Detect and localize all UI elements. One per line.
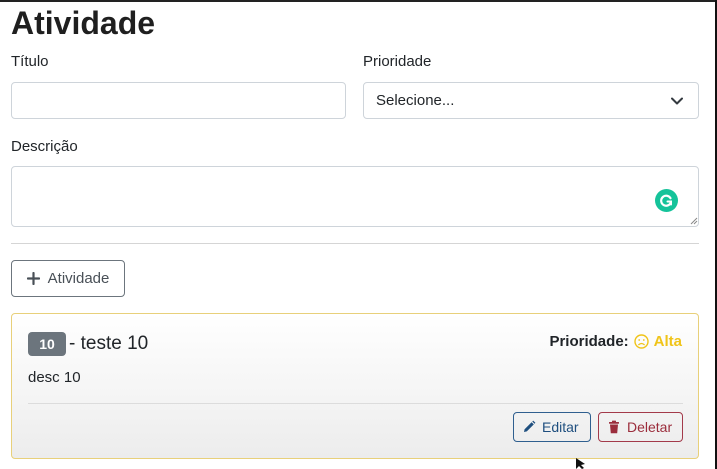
delete-button[interactable]: Deletar: [598, 412, 683, 442]
page-title: Atividade: [11, 5, 156, 41]
form-divider: [11, 243, 699, 244]
resize-handle-icon[interactable]: [690, 217, 698, 225]
card-divider: [28, 403, 683, 404]
edit-label: Editar: [542, 419, 579, 435]
prioridade-label: Prioridade: [363, 53, 432, 70]
descricao-label: Descrição: [11, 138, 78, 155]
prioridade-selected-value: Selecione...: [376, 92, 455, 109]
titulo-input[interactable]: [11, 82, 346, 119]
delete-label: Deletar: [627, 419, 673, 435]
priority-label: Prioridade:: [549, 333, 629, 350]
activity-description: desc 10: [28, 369, 81, 386]
mouse-cursor-icon: [576, 458, 585, 469]
titulo-label: Título: [11, 53, 49, 70]
frown-icon: [633, 334, 649, 349]
descricao-textarea[interactable]: [11, 166, 699, 227]
add-activity-button[interactable]: Atividade: [11, 260, 125, 297]
priority-value: Alta: [653, 333, 682, 350]
plus-icon: [26, 272, 40, 285]
window-top-edge: [0, 0, 717, 2]
activity-title: - teste 10: [69, 333, 149, 354]
trash-icon: [607, 420, 621, 434]
grammarly-icon[interactable]: [655, 189, 678, 212]
activity-card: 10 - teste 10 Prioridade: Alta desc 10 E…: [11, 313, 699, 459]
pencil-icon: [522, 420, 536, 434]
activity-id-badge: 10: [28, 332, 66, 356]
edit-button[interactable]: Editar: [513, 412, 591, 442]
add-activity-label: Atividade: [47, 270, 110, 287]
prioridade-select[interactable]: Selecione...: [363, 82, 699, 119]
activity-priority: Prioridade: Alta: [549, 333, 682, 350]
chevron-down-icon: [670, 94, 684, 108]
